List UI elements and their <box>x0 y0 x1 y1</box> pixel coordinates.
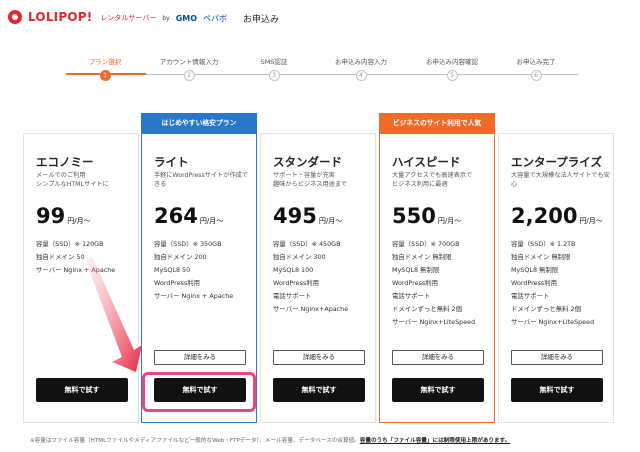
step-complete: お申込み完了 6 <box>516 58 556 81</box>
step-application-confirm: お申込み内容確認 5 <box>426 58 478 81</box>
spec-item: サーバー Nginx+Apache <box>273 305 349 313</box>
spec-item: 容量（SSD）※ 700GB <box>392 240 460 248</box>
plan-name: ハイスピード <box>392 155 461 169</box>
spec-item: 容量（SSD）※ 1.2TB <box>511 240 576 248</box>
spec-item: WordPress利用 <box>273 279 320 287</box>
logo-by: by <box>162 15 170 22</box>
step-account-info: アカウント情報入力 2 <box>159 58 219 81</box>
plan-card-economy: エコノミー メールでのご利用 シンプルなHTMLサイトに 99 円/月〜 容量（SS… <box>23 133 139 423</box>
spec-item: サーバー Nginx+LiteSpeed <box>511 318 595 326</box>
plan-specs: 容量（SSD）※ 450GB 独自ドメイン 300 MySQL8 100 Wor… <box>273 238 373 316</box>
highlight-box <box>142 372 256 412</box>
plan-name: スタンダード <box>273 155 342 169</box>
spec-item: ドメインずっと無料 2個 <box>511 305 582 313</box>
plan-price: 2,200 円/月〜 <box>511 204 603 228</box>
spec-item: ドメインずっと無料 2個 <box>392 305 463 313</box>
logo-subtitle: レンタルサーバー <box>100 14 157 22</box>
plan-specs: 容量（SSD）※ 700GB 独自ドメイン 無制限 MySQL8 無制限 Wor… <box>392 238 492 329</box>
spec-item: MySQL8 無制限 <box>392 266 440 274</box>
detail-button-highspeed[interactable]: 詳細をみる <box>392 350 484 365</box>
plan-description: メールでのご利用 シンプルなHTMLサイトに <box>36 172 109 188</box>
plan-card-enterprise: エンタープライズ 大容量で大規模な法人サイトでも安心 2,200 円/月〜 容量（… <box>498 133 614 423</box>
plan-price: 495 円/月〜 <box>273 204 343 228</box>
highspeed-ribbon: ビジネスのサイト利用で人気 <box>379 113 495 133</box>
try-free-button-highspeed[interactable]: 無料で試す <box>392 378 484 402</box>
spec-item: 独自ドメイン 無制限 <box>392 253 452 261</box>
plan-name: エンタープライズ <box>511 155 602 169</box>
site-header: LOLIPOP! レンタルサーバー by GMO ペパボ お申込み <box>0 0 640 34</box>
lite-ribbon: はじめやすい格安プラン <box>141 113 257 133</box>
spec-item: 容量（SSD）※ 350GB <box>154 240 222 248</box>
step-sms-auth: SMS認証 3 <box>260 58 288 81</box>
spec-item: MySQL8 50 <box>154 266 191 274</box>
plan-price: 550 円/月〜 <box>392 204 462 228</box>
spec-item: 電話サポート <box>392 292 431 300</box>
spec-item: サーバー Nginx + Apache <box>36 266 116 274</box>
spec-item: MySQL8 無制限 <box>511 266 559 274</box>
spec-item: 電話サポート <box>273 292 312 300</box>
plan-description: 大量アクセスでも高速表示で ビジネス利用に最適 <box>392 172 473 188</box>
plan-card-standard: スタンダード サポート・容量が充実 趣味からビジネス用途まで 495 円/月〜 容量… <box>260 133 376 423</box>
spec-item: MySQL8 100 <box>273 266 314 274</box>
try-free-button-enterprise[interactable]: 無料で試す <box>511 378 603 402</box>
plan-card-highspeed: ハイスピード 大量アクセスでも高速表示で ビジネス利用に最適 550 円/月〜 容量… <box>379 133 495 423</box>
spec-item: 独自ドメイン 200 <box>154 253 207 261</box>
spec-item: WordPress利用 <box>392 279 439 287</box>
plan-specs: 容量（SSD）※ 120GB 独自ドメイン 50 サーバー Nginx + Ap… <box>36 238 136 277</box>
spec-item: WordPress利用 <box>511 279 558 287</box>
lolipop-logo-icon[interactable] <box>8 10 22 24</box>
spec-item: 独自ドメイン 50 <box>36 253 85 261</box>
plan-price: 264 円/月〜 <box>154 204 224 228</box>
spec-item: 電話サポート <box>511 292 550 300</box>
progress-steps: プラン選択 1 アカウント情報入力 2 SMS認証 3 お申込み内容入力 4 お… <box>66 56 578 86</box>
spec-item: サーバー Nginx + Apache <box>154 292 234 300</box>
plan-specs: 容量（SSD）※ 1.2TB 独自ドメイン 無制限 MySQL8 無制限 Wor… <box>511 238 611 329</box>
gmo-logo: GMO <box>175 13 198 23</box>
plan-name: エコノミー <box>36 155 94 169</box>
pepabo-logo: ペパボ <box>203 13 228 23</box>
plan-specs: 容量（SSD）※ 350GB 独自ドメイン 200 MySQL8 50 Word… <box>154 238 254 303</box>
footnote: ※容量はファイル容量（HTMLファイルやメディアファイルなど一般的なWeb・FT… <box>30 438 511 444</box>
plan-price: 99 円/月〜 <box>36 204 91 228</box>
spec-item: 容量（SSD）※ 120GB <box>36 240 104 248</box>
step-application-input: お申込み内容入力 4 <box>335 58 387 81</box>
page-title: お申込み <box>243 14 280 25</box>
plan-name: ライト <box>154 155 189 169</box>
try-free-button-economy[interactable]: 無料で試す <box>36 378 128 402</box>
try-free-button-standard[interactable]: 無料で試す <box>273 378 365 402</box>
plan-description: サポート・容量が充実 趣味からビジネス用途まで <box>273 172 348 188</box>
spec-item: 独自ドメイン 300 <box>273 253 326 261</box>
step-plan-select: プラン選択 1 <box>88 58 122 81</box>
footnote-link[interactable]: 容量のうち「ファイル容量」には制限使用上限があります。 <box>360 438 510 444</box>
spec-item: サーバー Nginx+LiteSpeed <box>392 318 476 326</box>
plan-description: 手軽にWordPressサイトが作成できる <box>154 172 249 188</box>
spec-item: 独自ドメイン 無制限 <box>511 253 571 261</box>
detail-button-standard[interactable]: 詳細をみる <box>273 350 365 365</box>
detail-button-lite[interactable]: 詳細をみる <box>154 350 246 365</box>
spec-item: 容量（SSD）※ 450GB <box>273 240 341 248</box>
detail-button-enterprise[interactable]: 詳細をみる <box>511 350 603 365</box>
spec-item: WordPress利用 <box>154 279 201 287</box>
plan-description: 大容量で大規模な法人サイトでも安心 <box>511 172 610 188</box>
logo-text[interactable]: LOLIPOP! <box>28 10 92 24</box>
